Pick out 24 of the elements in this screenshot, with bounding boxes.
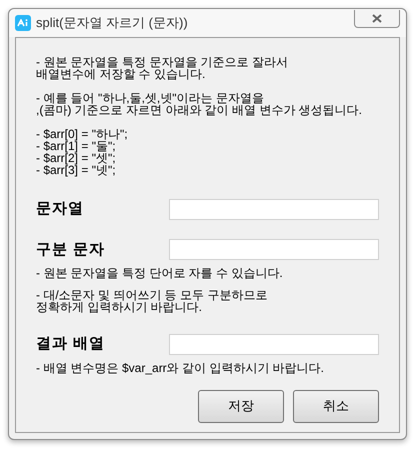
description-text: - 대/소문자 및 띄어쓰기 등 모두 구분하므로 xyxy=(36,289,268,301)
description-text: - 배열 변수명은 $var_arr와 같이 입력하시기 바랍니다. xyxy=(36,362,326,374)
dialog-button[interactable]: 저장 xyxy=(198,390,284,422)
description-text: - 원본 문자열을 특정 단어로 자를 수 있습니다. xyxy=(36,267,284,279)
description-text: - $arr[1] = "둘"; xyxy=(36,140,116,152)
close-button[interactable] xyxy=(354,10,400,28)
input-field[interactable] xyxy=(169,198,379,220)
description-text: - 원본 문자열을 특정 문자열을 기준으로 잘라서 xyxy=(36,56,289,68)
field-label: 결과 배열 xyxy=(36,334,106,354)
description-text: - $arr[3] = "넷"; xyxy=(36,164,117,176)
description-text: 정확하게 입력하시기 바랍니다. xyxy=(36,301,202,313)
description-text: - $arr[0] = "하나"; xyxy=(36,128,129,140)
window-title: split(문자열 자르기 (문자)) xyxy=(36,14,188,32)
description-text: - $arr[2] = "셋"; xyxy=(36,152,117,164)
field-label: 문자열 xyxy=(36,199,84,219)
description-text: ,(콤마) 기준으로 자르면 아래와 같이 배열 변수가 생성됩니다. xyxy=(36,104,363,116)
description-text: - 예를 들어 "하나,둘,셋,넷"이라는 문자열을 xyxy=(36,92,265,104)
field-label: 구분 문자 xyxy=(36,240,106,260)
app-logo-icon xyxy=(15,15,31,31)
description-text: 배열변수에 저장할 수 있습니다. xyxy=(36,68,206,80)
input-field[interactable] xyxy=(169,239,379,260)
input-field[interactable] xyxy=(169,334,379,355)
close-icon xyxy=(372,14,382,23)
dialog-button[interactable]: 취소 xyxy=(293,390,379,422)
